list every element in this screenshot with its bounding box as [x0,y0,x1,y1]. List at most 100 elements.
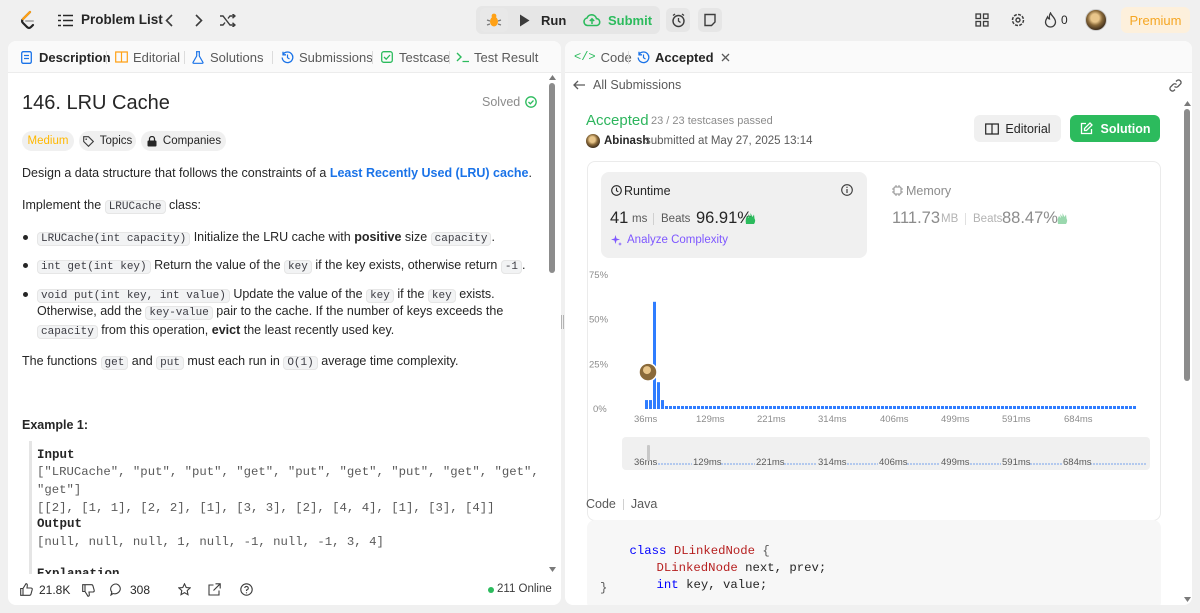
likes-count: 21.8K [39,583,71,597]
memory-label[interactable]: Memory [906,184,951,198]
premium-label: Premium [1129,12,1182,28]
navigator-bar [1093,463,1095,465]
text: must each run in [183,354,284,368]
chart-bar [1025,406,1028,409]
navigator-bar [1039,463,1041,465]
navigator-bar [1096,463,1098,465]
timer-icon[interactable] [666,8,690,32]
lru-cache-link[interactable]: Least Recently Used (LRU) cache [330,166,529,180]
inline-code: capacity [37,325,98,339]
share-external-icon[interactable] [207,582,221,596]
notes-icon[interactable] [698,8,722,32]
scroll-up-arrow-icon[interactable] [1183,99,1191,107]
problem-list-link[interactable]: Problem List [81,12,163,27]
navigator-bar [994,463,996,465]
chart-bar [853,406,856,409]
navigator-bar [1117,463,1119,465]
chart-range-navigator[interactable]: 36ms 129ms 221ms 314ms 406ms 499ms 591ms 684ms [622,437,1150,470]
user-avatar[interactable] [1085,9,1107,31]
tab-solutions[interactable]: Solutions [191,41,263,73]
tab-editorial-label: Editorial [133,49,180,65]
premium-button[interactable]: Premium [1121,7,1190,33]
left-scrollbar-thumb[interactable] [549,83,555,273]
next-problem-chevron-right-icon[interactable] [192,12,206,28]
chart-bar [777,406,780,409]
thumbs-up-icon[interactable] [19,582,33,596]
panel-resize-handle[interactable] [561,315,564,329]
thumbs-down-icon[interactable] [81,583,95,597]
navigator-bar [934,463,936,465]
all-submissions-link[interactable]: All Submissions [572,78,681,92]
submit-button[interactable]: Submit [576,8,656,32]
memory-value: 111.73 [892,209,941,227]
help-question-icon[interactable] [239,582,253,596]
check-circle-icon [524,96,537,109]
navigator-bar [682,463,684,465]
tab-testcase[interactable]: Testcase [380,41,450,73]
navigator-tick-label: 591ms [1002,457,1031,468]
right-scrollbar-thumb[interactable] [1184,109,1190,381]
chart-bar [1109,406,1112,409]
text: . [528,166,532,180]
prev-problem-chevron-left-icon[interactable] [162,12,176,28]
chart-bar [769,406,772,409]
navigator-bar [847,463,849,465]
editorial-button[interactable]: Editorial [974,115,1061,142]
tab-description[interactable]: Description [19,41,111,73]
sparkle-icon [610,234,622,246]
tab-code[interactable]: </> Code [574,41,632,73]
tab-accepted[interactable]: Accepted [636,41,732,73]
settings-gear-icon[interactable] [1009,11,1027,29]
chart-bar [969,406,972,409]
shuffle-icon[interactable] [219,12,237,28]
navigator-bar [688,463,690,465]
chart-bar [1101,406,1104,409]
chart-bar [1093,406,1096,409]
chart-bar [941,406,944,409]
star-icon[interactable] [177,582,191,596]
close-tab-icon[interactable] [720,51,732,63]
layout-grid-icon[interactable] [973,11,991,29]
chart-bar [725,406,728,409]
chart-bar [1017,406,1020,409]
clock-icon [610,184,622,196]
navigator-bar [976,463,978,465]
navigator-bar [793,463,795,465]
navigator-bar [931,463,933,465]
chart-bar [1013,406,1016,409]
comment-icon[interactable] [109,582,123,596]
chart-bar [1057,406,1060,409]
chart-bar [1041,406,1044,409]
problem-title[interactable]: 146. LRU Cache [22,92,170,115]
example-input-line-1: ["LRUCache", "put", "put", "get", "put",… [37,465,539,479]
solution-button[interactable]: Solution [1070,115,1160,142]
streak-fire-icon[interactable] [1042,11,1058,29]
scroll-down-arrow-icon[interactable] [548,565,556,573]
chart-bar [781,406,784,409]
leetcode-logo-icon[interactable] [17,10,37,30]
scroll-down-arrow-icon[interactable] [1183,595,1191,603]
analyze-complexity-button[interactable]: Analyze Complexity [610,234,728,246]
topics-button[interactable]: Topics [79,131,136,151]
chart-bar [849,406,852,409]
companies-button[interactable]: Companies [141,131,226,151]
text: Design a data structure that follows the… [22,166,330,180]
info-icon[interactable] [840,183,853,196]
chart-bar [1029,406,1032,409]
tag-icon [83,135,95,147]
history-icon [636,50,650,64]
tab-submissions[interactable]: Submissions [280,41,373,73]
navigator-bar [1144,463,1146,465]
navigator-handle[interactable] [647,445,650,461]
navigator-bar [1120,463,1122,465]
link-icon[interactable] [1167,77,1183,93]
chart-bar [957,406,960,409]
scroll-up-arrow-icon[interactable] [548,73,556,81]
debug-bug-icon[interactable] [480,8,508,32]
run-button[interactable]: Run [511,8,571,32]
navigator-bar [808,463,810,465]
chart-bar [729,406,732,409]
tab-test-result[interactable]: Test Result [456,41,538,73]
submitter-name[interactable]: Abinash [604,135,649,147]
tab-editorial[interactable]: Editorial [114,41,180,73]
